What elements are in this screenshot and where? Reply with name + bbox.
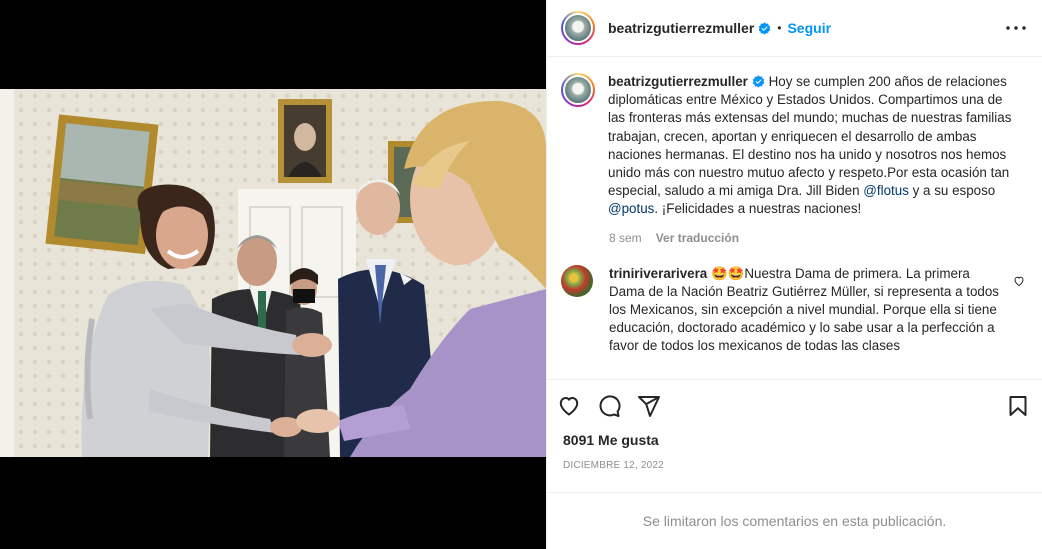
caption-avatar[interactable] — [561, 73, 595, 107]
bookmark-icon[interactable] — [1006, 394, 1030, 418]
caption-username[interactable]: beatrizgutierrezmuller — [608, 74, 748, 89]
comments-section[interactable]: beatrizgutierrezmuller Hoy se cumplen 20… — [547, 57, 1042, 379]
caption-body-2: y a su esposo — [908, 183, 996, 199]
translate-link[interactable]: Ver traducción — [656, 231, 739, 245]
header-separator: • — [777, 21, 782, 35]
comment-row: triniriverarivera 🤩🤩Nuestra Dama de prim… — [561, 264, 1026, 356]
author-username[interactable]: beatrizgutierrezmuller — [608, 20, 754, 36]
post-media[interactable] — [0, 0, 546, 549]
commenter-avatar[interactable] — [561, 264, 593, 297]
comment-emojis: 🤩🤩 — [711, 265, 745, 281]
more-options-icon[interactable] — [1004, 16, 1028, 40]
verified-badge-icon — [758, 21, 771, 35]
mention-potus[interactable]: @potus — [608, 201, 654, 216]
likes-count[interactable]: 8091 Me gusta — [547, 432, 1042, 448]
caption-body-3: . ¡Felicidades a nuestras naciones! — [654, 201, 862, 217]
share-icon[interactable] — [637, 394, 661, 418]
caption-time[interactable]: 8 sem — [609, 231, 642, 245]
caption-row: beatrizgutierrezmuller Hoy se cumplen 20… — [561, 73, 1026, 219]
heart-icon[interactable] — [557, 394, 581, 418]
action-bar — [547, 380, 1042, 432]
caption-meta: 8 sem Ver traducción — [609, 231, 1026, 245]
small-heart-icon[interactable] — [1013, 275, 1025, 287]
follow-button[interactable]: Seguir — [787, 20, 831, 36]
mention-flotus[interactable]: @flotus — [863, 183, 909, 198]
comment-text: triniriverarivera 🤩🤩Nuestra Dama de prim… — [609, 265, 1001, 356]
post-actions: 8091 Me gusta DICIEMBRE 12, 2022 — [547, 379, 1042, 471]
post-side-panel: beatrizgutierrezmuller • Seguir beatrizg… — [546, 0, 1042, 549]
comment-icon[interactable] — [597, 394, 621, 418]
post-header: beatrizgutierrezmuller • Seguir — [547, 0, 1042, 57]
comments-limited-notice: Se limitaron los comentarios en esta pub… — [547, 492, 1042, 549]
post-date: DICIEMBRE 12, 2022 — [563, 460, 664, 471]
commenter-username[interactable]: triniriverarivera — [609, 266, 707, 281]
caption-body-1: Hoy se cumplen 200 años de relaciones di… — [608, 74, 1012, 199]
author-avatar[interactable] — [561, 11, 595, 45]
caption-text: beatrizgutierrezmuller Hoy se cumplen 20… — [608, 73, 1020, 219]
caption-verified-badge-icon — [752, 75, 765, 88]
post-photo[interactable] — [0, 89, 546, 457]
